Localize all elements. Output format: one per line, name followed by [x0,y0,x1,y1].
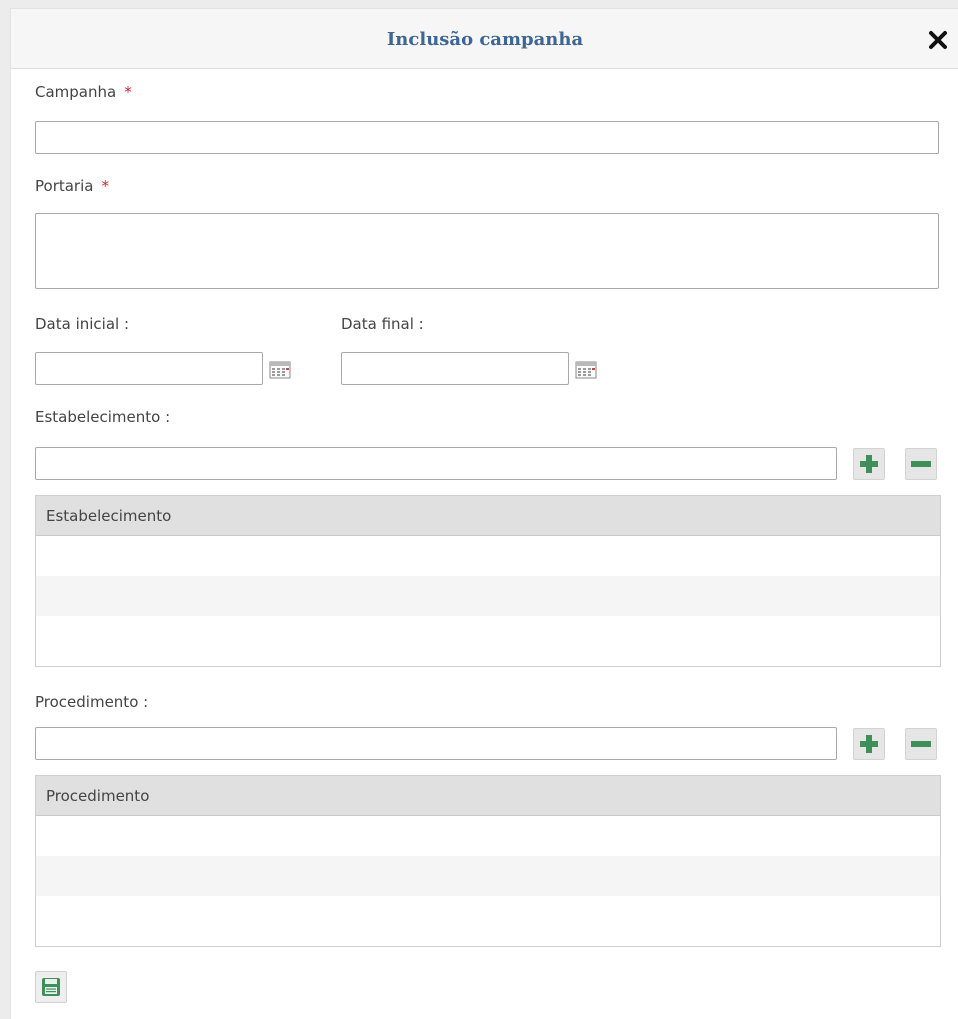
remove-procedimento-button[interactable] [905,728,937,760]
data-final-label: Data final : [341,315,424,333]
grid-column-header[interactable]: Procedimento [36,776,940,816]
inclusao-campanha-dialog: Inclusão campanha Campanha * Portaria * Da… [10,8,958,1019]
data-inicial-calendar-button[interactable] [269,361,291,379]
procedimento-label: Procedimento : [35,693,149,711]
data-inicial-label: Data inicial : [35,315,130,333]
remove-estabelecimento-button[interactable] [905,448,937,480]
campanha-input[interactable] [35,121,939,154]
procedimento-input[interactable] [35,727,837,760]
estabelecimento-label: Estabelecimento : [35,408,171,426]
table-row[interactable] [36,616,940,656]
portaria-label: Portaria * [35,177,109,195]
campanha-label: Campanha * [35,83,132,101]
data-final-calendar-button[interactable] [575,361,597,379]
minus-icon [911,461,931,467]
table-row[interactable] [36,536,940,576]
data-inicial-input[interactable] [35,352,263,385]
data-final-input[interactable] [341,352,569,385]
table-row[interactable] [36,896,940,936]
calendar-icon [575,361,597,379]
estabelecimento-input[interactable] [35,447,837,480]
add-procedimento-button[interactable] [853,728,885,760]
required-mark: * [101,177,109,195]
grid-column-header[interactable]: Estabelecimento [36,496,940,536]
save-icon [42,978,60,996]
plus-icon [860,455,878,473]
procedimento-grid: Procedimento [35,775,941,947]
add-estabelecimento-button[interactable] [853,448,885,480]
portaria-textarea[interactable] [35,213,939,289]
portaria-label-text: Portaria [35,177,94,195]
save-button[interactable] [35,971,67,1003]
dialog-title: Inclusão campanha [386,29,584,50]
table-row[interactable] [36,856,940,896]
close-button[interactable] [925,27,951,53]
estabelecimento-grid: Estabelecimento [35,495,941,667]
dialog-titlebar: Inclusão campanha [11,9,958,69]
minus-icon [911,741,931,747]
plus-icon [860,735,878,753]
table-row[interactable] [36,576,940,616]
campanha-label-text: Campanha [35,83,117,101]
required-mark: * [124,83,132,101]
close-icon [929,31,947,49]
table-row[interactable] [36,816,940,856]
calendar-icon [269,361,291,379]
